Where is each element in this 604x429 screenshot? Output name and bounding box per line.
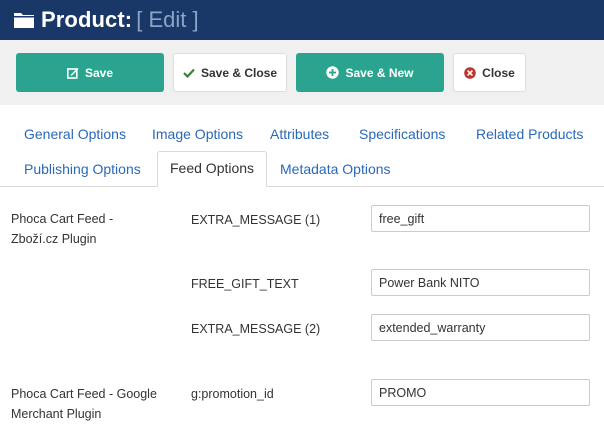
- folder-icon: [13, 11, 35, 29]
- extra-message-2-input[interactable]: [371, 314, 590, 341]
- tab-image-options[interactable]: Image Options: [152, 126, 243, 142]
- save-button-label: Save: [84, 65, 114, 80]
- close-button-label: Close: [482, 65, 515, 80]
- save-button[interactable]: Save: [16, 53, 164, 92]
- close-button[interactable]: Close: [453, 53, 526, 92]
- section-title-google-merchant-plugin: Phoca Cart Feed - Google Merchant Plugin: [11, 387, 157, 421]
- section-title-zbozi-plugin: Phoca Cart Feed - Zboží.cz Plugin: [11, 212, 114, 246]
- page-title: Product:: [41, 7, 133, 32]
- page-header: Product: [ Edit ]: [0, 0, 604, 40]
- field-label-extra-message-2: EXTRA_MESSAGE (2): [191, 322, 321, 336]
- tab-related-products[interactable]: Related Products: [476, 126, 583, 142]
- save-new-button[interactable]: Save & New: [296, 53, 444, 92]
- field-label-extra-message-1: EXTRA_MESSAGE (1): [191, 213, 321, 227]
- save-close-button[interactable]: Save & Close: [173, 53, 287, 92]
- edit-icon: [66, 67, 79, 79]
- save-close-button-label: Save & Close: [200, 65, 278, 80]
- tab-publishing-options[interactable]: Publishing Options: [24, 161, 141, 177]
- save-new-button-label: Save & New: [345, 65, 414, 80]
- promotion-id-input[interactable]: [371, 379, 590, 406]
- tab-feed-options[interactable]: Feed Options: [157, 151, 268, 187]
- close-circle-icon: [464, 66, 476, 79]
- extra-message-1-input[interactable]: [371, 205, 590, 232]
- tab-metadata-options[interactable]: Metadata Options: [280, 161, 391, 177]
- field-label-free-gift-text: FREE_GIFT_TEXT: [191, 277, 299, 291]
- tab-attributes[interactable]: Attributes: [270, 126, 329, 142]
- plus-circle-icon: [326, 66, 340, 79]
- tab-specifications[interactable]: Specifications: [359, 126, 445, 142]
- page-subtitle: [ Edit ]: [136, 7, 199, 32]
- toolbar: Save Save & Close Save & New Close: [0, 40, 604, 105]
- tab-general-options[interactable]: General Options: [24, 126, 126, 142]
- tab-divider: [0, 186, 604, 187]
- free-gift-text-input[interactable]: [371, 269, 590, 296]
- checkmark-icon: [183, 68, 195, 78]
- field-label-promotion-id: g:promotion_id: [191, 387, 274, 401]
